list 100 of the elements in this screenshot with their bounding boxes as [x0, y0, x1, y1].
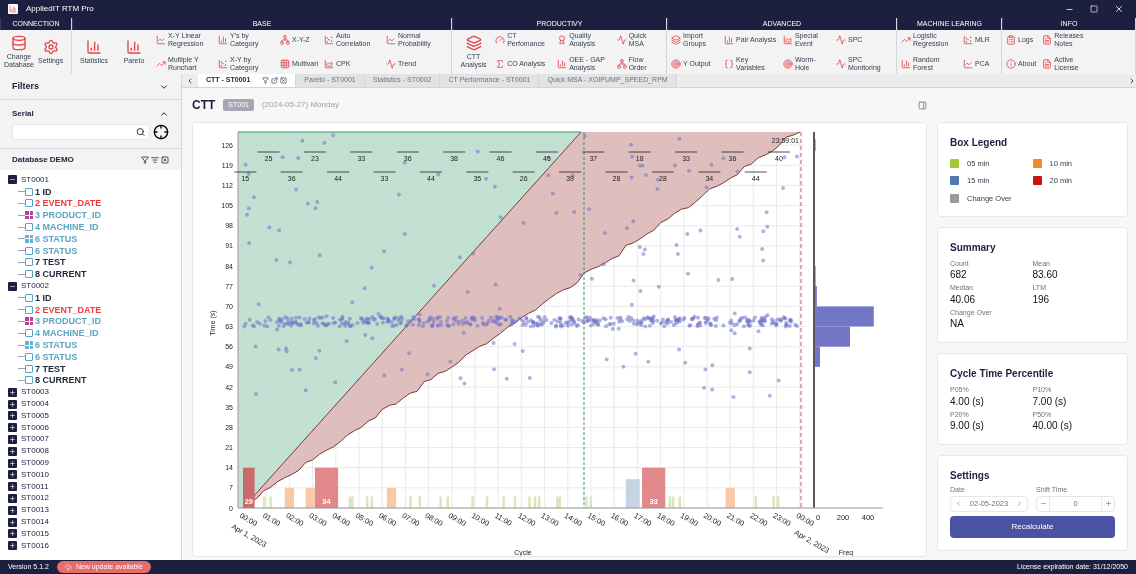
app-logo-icon	[8, 4, 18, 14]
expand-icon[interactable]	[8, 517, 17, 527]
event-bar	[642, 467, 666, 508]
checkbox[interactable]	[25, 258, 33, 267]
checkbox[interactable]	[25, 329, 33, 338]
settings-icon	[42, 39, 59, 55]
document-icon	[1042, 35, 1053, 45]
event-bar	[409, 496, 412, 508]
expand-icon[interactable]	[8, 482, 17, 492]
collapse-icon[interactable]	[8, 281, 17, 291]
table-name[interactable]: ST0010	[21, 468, 50, 481]
table-name[interactable]: ST0005	[21, 409, 50, 422]
table-name[interactable]: ST0004	[21, 398, 50, 411]
filter-icon[interactable]	[262, 77, 270, 84]
expand-icon[interactable]	[8, 423, 17, 433]
checkbox[interactable]	[25, 376, 33, 385]
circle-icon	[671, 59, 681, 69]
checkbox[interactable]	[25, 223, 33, 232]
layers-icon	[671, 35, 681, 45]
event-bar	[284, 487, 295, 508]
search-field[interactable]	[12, 124, 150, 140]
field-name[interactable]: 8 CURRENT	[35, 269, 87, 280]
scroll-left-icon[interactable]	[186, 76, 194, 85]
table-name[interactable]: ST0003	[21, 386, 50, 399]
checkbox[interactable]	[25, 364, 33, 373]
close-icon[interactable]	[161, 155, 169, 164]
event-bar	[625, 479, 640, 508]
expand-icon[interactable]	[8, 399, 17, 409]
field-name[interactable]: 7 TEST	[35, 257, 66, 268]
table-name[interactable]: ST0008	[21, 445, 50, 458]
maximize-icon[interactable]	[1090, 5, 1098, 13]
expand-icon[interactable]	[8, 446, 17, 456]
field-name[interactable]: 8 CURRENT	[35, 375, 87, 386]
table-name[interactable]: ST0006	[21, 421, 50, 434]
checkbox[interactable]	[25, 305, 33, 314]
expand-icon[interactable]	[8, 470, 17, 480]
expand-icon[interactable]	[8, 505, 17, 515]
table-name[interactable]: ST0016	[21, 539, 50, 552]
event-bar	[485, 496, 489, 508]
field-name[interactable]: 1 ID	[35, 292, 52, 303]
event-bar	[269, 496, 272, 508]
event-bar	[725, 487, 735, 508]
date-text: (2024-05-27) Monday	[261, 99, 339, 111]
checkbox[interactable]	[25, 246, 33, 255]
collapse-icon[interactable]	[8, 175, 17, 185]
event-bar	[678, 496, 682, 508]
search-icon[interactable]	[135, 127, 145, 137]
checkbox[interactable]	[25, 293, 33, 302]
event-bar	[243, 467, 255, 508]
table-name[interactable]: ST0014	[21, 516, 50, 528]
stat-value: 7.00 (s)	[1032, 395, 1068, 408]
expand-icon[interactable]	[8, 387, 17, 397]
crosshair-icon[interactable]	[153, 124, 169, 140]
checkbox[interactable]	[25, 199, 33, 208]
card-title: Box Legend	[950, 136, 1009, 150]
sigma-icon	[495, 59, 506, 69]
expand-icon[interactable]	[8, 458, 17, 468]
external-link-icon[interactable]	[271, 77, 279, 84]
table-name[interactable]: ST0009	[21, 457, 50, 470]
pulse-icon	[836, 35, 846, 45]
filter-icon[interactable]	[141, 155, 149, 164]
table-name[interactable]: ST0012	[21, 492, 50, 505]
table-name[interactable]: ST0011	[21, 480, 49, 493]
stat-value: 40.06	[950, 293, 977, 306]
gauge-icon	[495, 35, 506, 45]
stat-value: 40.00 (s)	[1032, 420, 1073, 433]
expand-icon[interactable]	[8, 541, 17, 551]
scroll-right-icon[interactable]	[1128, 76, 1136, 85]
expand-icon[interactable]	[8, 411, 17, 421]
expand-icon[interactable]	[8, 529, 17, 539]
field-name[interactable]: 2 EVENT_DATE	[35, 198, 102, 209]
stat-value: NA	[950, 318, 965, 331]
checkbox[interactable]	[25, 352, 33, 361]
stat-value: 83.60	[1032, 269, 1059, 282]
scatter-chart-icon	[324, 35, 335, 45]
panel-toggle-icon[interactable]	[918, 100, 927, 110]
clipboard-icon	[1006, 35, 1016, 45]
list-icon[interactable]	[151, 155, 159, 164]
bar-chart-icon	[86, 39, 102, 55]
field-name[interactable]: 2 EVENT_DATE	[35, 304, 102, 315]
table-name[interactable]: ST0013	[21, 504, 50, 517]
table-name[interactable]: ST0015	[21, 527, 50, 540]
stat-value: 682	[950, 269, 968, 282]
database-icon	[11, 35, 27, 51]
checkbox[interactable]	[25, 270, 33, 279]
table-name[interactable]: ST0007	[21, 433, 50, 446]
license-icon	[1042, 59, 1053, 69]
grid-icon	[280, 59, 290, 69]
field-name[interactable]: 7 TEST	[35, 363, 66, 374]
close-icon[interactable]	[1114, 4, 1124, 14]
recalculate-button[interactable]: Recalculate	[950, 515, 1115, 538]
bar-chart-icon	[557, 59, 568, 69]
field-name[interactable]: 1 ID	[35, 186, 52, 197]
table-name[interactable]: ST0002	[21, 280, 50, 293]
expand-icon[interactable]	[8, 434, 17, 444]
table-name[interactable]: ST0001	[21, 173, 50, 186]
chevron-up-icon[interactable]	[159, 109, 169, 119]
expand-icon[interactable]	[8, 493, 17, 503]
checkbox[interactable]	[25, 187, 33, 196]
bar-chart-icon	[126, 39, 142, 55]
